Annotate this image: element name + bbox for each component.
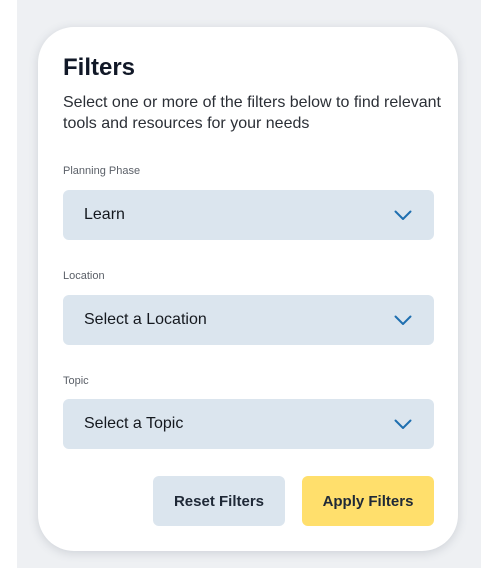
planning-phase-label: Planning Phase xyxy=(63,165,141,177)
reset-filters-button[interactable]: Reset Filters xyxy=(153,476,285,526)
location-select[interactable]: Select a Location xyxy=(63,295,434,345)
chevron-down-icon xyxy=(394,418,412,430)
chevron-down-icon xyxy=(394,314,412,326)
location-label: Location xyxy=(63,270,105,282)
topic-select[interactable]: Select a Topic xyxy=(63,399,434,449)
planning-phase-select[interactable]: Learn xyxy=(63,190,434,240)
topic-value: Select a Topic xyxy=(84,415,184,432)
location-value: Select a Location xyxy=(84,311,207,328)
planning-phase-value: Learn xyxy=(84,206,125,223)
chevron-down-icon xyxy=(394,209,412,221)
filters-title: Filters xyxy=(63,54,136,81)
filters-description: Select one or more of the filters below … xyxy=(63,94,441,132)
topic-label: Topic xyxy=(63,375,89,387)
apply-filters-button[interactable]: Apply Filters xyxy=(302,476,434,526)
filters-card: Filters Select one or more of the filter… xyxy=(38,27,458,551)
